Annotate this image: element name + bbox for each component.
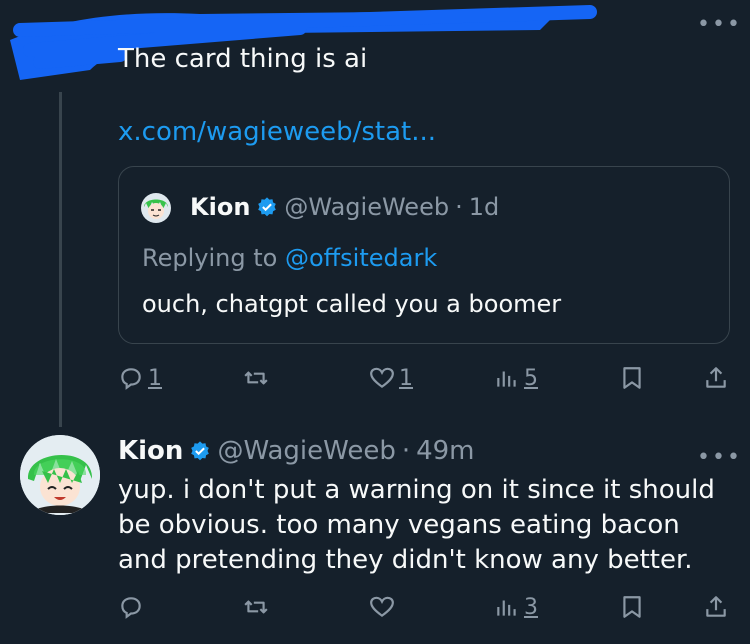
verified-badge-icon [191,441,210,461]
share-button[interactable] [703,594,729,620]
views-button[interactable]: 5 [494,365,538,391]
heart-icon [370,596,394,617]
analytics-icon [497,600,516,616]
bookmark-icon [623,367,641,389]
time-separator: · [401,436,411,466]
tweet-text: The card thing is ai [118,44,368,74]
reply-icon [121,597,141,619]
author-name[interactable]: Kion [190,193,250,221]
timestamp: 49m [416,436,475,466]
tweet-line: yup. i don't put a warning on it since i… [118,475,715,505]
bookmark-button[interactable] [619,594,645,620]
more-options-icon[interactable]: ••• [697,14,742,36]
heart-icon [370,367,394,388]
views-button[interactable]: 3 [494,594,538,620]
reply-count: 1 [148,365,162,391]
retweet-icon [244,371,268,385]
tweet-link[interactable]: x.com/wagieweeb/stat... [118,117,436,147]
retweet-button[interactable] [243,594,269,620]
avatar[interactable] [141,193,171,223]
replying-to: Replying to @offsitedark [142,244,437,272]
retweet-icon [244,600,268,614]
view-count: 5 [524,365,538,391]
share-button[interactable] [703,365,729,391]
analytics-icon [497,371,516,387]
replying-to-handle[interactable]: @offsitedark [285,244,437,272]
tweet-line: be obvious. too many vegans eating bacon [118,510,680,540]
like-button[interactable] [369,594,395,620]
reply-button[interactable] [118,594,144,620]
like-button[interactable]: 1 [369,365,413,391]
view-count: 3 [524,594,538,620]
bookmark-icon [623,596,641,618]
replying-prefix: Replying to [142,244,278,272]
timestamp: 1d [468,193,500,221]
bookmark-button[interactable] [619,365,645,391]
tweet-header: Kion @WagieWeeb · 49m [118,436,475,466]
tweet-line: and pretending they didn't know any bett… [118,545,693,575]
quote-text: ouch, chatgpt called you a boomer [142,290,562,318]
tweet-text: yup. i don't put a warning on it since i… [118,473,715,578]
reply-button[interactable]: 1 [118,365,162,391]
share-icon [706,367,726,388]
like-count: 1 [399,365,413,391]
author-name[interactable]: Kion [118,436,183,466]
thread-line [59,92,62,427]
verified-badge-icon [258,197,277,217]
more-options-icon[interactable]: ••• [697,447,742,469]
retweet-button[interactable] [243,365,269,391]
quote-header: Kion @WagieWeeb · 1d [190,193,499,221]
author-handle: @WagieWeeb [217,436,396,466]
avatar[interactable] [20,435,100,515]
time-separator: · [455,193,463,221]
reply-icon [121,368,141,390]
share-icon [706,596,726,617]
author-handle: @WagieWeeb [284,193,450,221]
